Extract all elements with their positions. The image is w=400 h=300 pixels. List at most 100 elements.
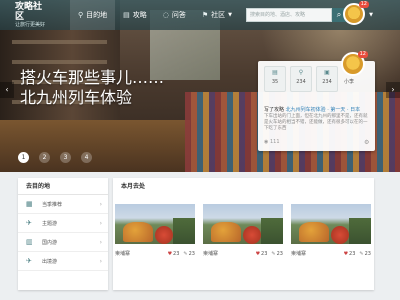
profile-name[interactable]: 小李 — [344, 78, 354, 85]
hero-page-dot[interactable]: 3 — [60, 152, 71, 163]
view-count: ◉ 111 — [264, 139, 280, 145]
stat-places[interactable]: ⚲ 234 — [290, 66, 312, 92]
destination-item-domestic[interactable]: ▥ 国内游 › — [18, 233, 108, 252]
chevron-right-icon: › — [99, 257, 102, 265]
book-icon: ▤ — [123, 11, 130, 19]
destination-label: 当季推荐 — [42, 201, 63, 208]
chevron-right-icon: › — [99, 238, 102, 246]
destination-tile[interactable]: 柬埔寨 ♥ 23 ✎ 23 — [203, 204, 283, 257]
destination-tile[interactable]: 柬埔寨 ♥ 23 ✎ 23 — [291, 204, 371, 257]
destination-label: 主题游 — [42, 220, 58, 227]
comment-count: 23 — [364, 250, 371, 257]
camera-icon: ▣ — [324, 69, 330, 76]
hero-prev-button[interactable]: ‹ — [0, 82, 14, 98]
hero-title[interactable]: 搭火车那些事儿…… 北九州列车体验 — [20, 68, 164, 108]
comment-icon[interactable]: ✎ — [183, 251, 187, 257]
stat-value: 234 — [296, 79, 306, 85]
hero-next-button[interactable]: › — [386, 82, 400, 98]
hero-page-dot[interactable]: 4 — [81, 152, 92, 163]
like-count: 23 — [261, 250, 268, 257]
user-avatar[interactable]: 12 ▼ — [343, 1, 373, 25]
location-icon: ⚲ — [78, 11, 84, 19]
hero-counter-decoration — [0, 120, 190, 172]
profile-avatar[interactable]: 12 — [341, 51, 368, 76]
chevron-right-icon: › — [99, 200, 102, 208]
location-icon: ⚲ — [298, 69, 304, 76]
brand-subtitle: 让旅行更美好 — [15, 21, 46, 28]
stat-value: 35 — [271, 79, 279, 85]
destination-label: 国内游 — [42, 239, 58, 246]
comment-count: 23 — [276, 250, 283, 257]
view-count-value: 111 — [269, 139, 280, 145]
destination-photo[interactable] — [115, 204, 195, 244]
destination-photo[interactable] — [203, 204, 283, 244]
profile-card: ▤ 35 ⚲ 234 ▣ 234 12 小李 写了攻略 北九州列车初体验 · 第… — [258, 51, 375, 151]
destination-item-outbound[interactable]: ✈ 出境游 › — [18, 252, 108, 271]
chevron-down-icon[interactable]: ▼ — [369, 12, 373, 18]
destination-item-seasonal[interactable]: ▦ 当季推荐 › — [18, 195, 108, 214]
brand-title: 攻略社区 — [15, 1, 43, 22]
destination-tiles: 柬埔寨 ♥ 23 ✎ 23 柬埔寨 ♥ 23 ✎ 23 柬埔寨 ♥ 23 ✎ 2… — [115, 204, 379, 257]
nav-item-label: 攻略 — [132, 11, 147, 19]
destination-name[interactable]: 柬埔寨 — [291, 250, 344, 257]
destination-name[interactable]: 柬埔寨 — [115, 250, 168, 257]
hero-pagination: 1 2 3 4 — [18, 152, 102, 163]
stat-value: 234 — [322, 79, 332, 85]
activity-link[interactable]: 北九州列车初体验 · 第一天 — [286, 107, 346, 113]
notification-badge: 12 — [357, 51, 368, 58]
gear-icon[interactable]: ⚙ — [364, 139, 369, 146]
plane-icon: ✈ — [26, 219, 32, 227]
plane-icon: ✈ — [26, 257, 32, 265]
destination-photo[interactable] — [291, 204, 371, 244]
nav-item-label: 目的地 — [86, 11, 108, 19]
like-count: 23 — [173, 250, 180, 257]
destination-name[interactable]: 柬埔寨 — [203, 250, 256, 257]
chat-icon: ◌ — [162, 11, 169, 19]
tile-meta: 柬埔寨 ♥ 23 ✎ 23 — [115, 250, 195, 258]
hero-title-line: 搭火车那些事儿…… — [20, 68, 165, 87]
monthly-picks-title: 本月去处 — [121, 183, 146, 190]
nav-item-label: 问答 — [171, 11, 186, 19]
stat-guides[interactable]: ▤ 35 — [264, 66, 286, 92]
heart-icon[interactable]: ♥ — [168, 251, 172, 257]
destinations-panel: 去目的地 ▦ 当季推荐 › ✈ 主题游 › ▥ 国内游 › ✈ 出境游 › — [18, 178, 108, 290]
nav-item-destinations[interactable]: ⚲ 目的地 — [70, 0, 116, 30]
nav-item-guides[interactable]: ▤ 攻略 — [115, 0, 155, 30]
top-navbar: 攻略社区 让旅行更美好 ⚲ 目的地 ▤ 攻略 ◌ 问答 ⚑ 社区 ▼ 搜索目的地… — [0, 0, 400, 30]
destination-label: 出境游 — [42, 258, 58, 265]
flag-icon: ⚑ — [201, 11, 209, 19]
hero-page-dot[interactable]: 1 — [18, 152, 29, 163]
heart-icon[interactable]: ♥ — [256, 251, 260, 257]
brand-logo[interactable]: 攻略社区 让旅行更美好 — [0, 0, 50, 30]
eye-icon: ◉ — [264, 139, 269, 145]
stat-photos[interactable]: ▣ 234 — [316, 66, 338, 92]
profile-stats: ▤ 35 ⚲ 234 ▣ 234 — [264, 66, 342, 92]
chevron-down-icon: ▼ — [228, 12, 233, 18]
heart-icon[interactable]: ♥ — [344, 251, 348, 257]
like-count: 23 — [349, 250, 356, 257]
activity-suffix[interactable]: · 日本 — [347, 107, 360, 113]
comment-icon[interactable]: ✎ — [271, 251, 275, 257]
search-input[interactable]: 搜索目的地、酒店、攻略 — [246, 8, 332, 22]
activity-excerpt: 下车出站的门上面，但在北九州的那里不是，还有就是火车站的相当不错，还能做，还有很… — [264, 114, 368, 131]
activity-line: 写了攻略 北九州列车初体验 · 第一天 · 日本 — [264, 106, 360, 113]
train-icon: ▥ — [26, 238, 33, 246]
comment-icon[interactable]: ✎ — [359, 251, 363, 257]
calendar-icon: ▦ — [26, 200, 33, 208]
hero-page-dot[interactable]: 2 — [39, 152, 50, 163]
destination-item-theme[interactable]: ✈ 主题游 › — [18, 214, 108, 233]
nav-item-community[interactable]: ⚑ 社区 ▼ — [194, 0, 240, 30]
tile-meta: 柬埔寨 ♥ 23 ✎ 23 — [291, 250, 371, 258]
destination-tile[interactable]: 柬埔寨 ♥ 23 ✎ 23 — [115, 204, 195, 257]
nav-item-label: 社区 — [211, 11, 226, 19]
monthly-picks-panel: 本月去处 柬埔寨 ♥ 23 ✎ 23 柬埔寨 ♥ 23 ✎ 23 柬埔寨 ♥ 2… — [113, 178, 374, 290]
nav-item-qa[interactable]: ◌ 问答 — [155, 0, 194, 30]
chevron-right-icon: › — [99, 219, 102, 227]
comment-count: 23 — [188, 250, 195, 257]
search-icon: ⌕ — [336, 10, 342, 19]
activity-prefix: 写了攻略 — [264, 107, 285, 113]
hero-title-line: 北九州列车体验 — [20, 88, 133, 107]
book-icon: ▤ — [272, 69, 278, 76]
nav-menu: ⚲ 目的地 ▤ 攻略 ◌ 问答 ⚑ 社区 ▼ — [70, 0, 240, 30]
notification-badge[interactable]: 12 — [358, 1, 369, 8]
